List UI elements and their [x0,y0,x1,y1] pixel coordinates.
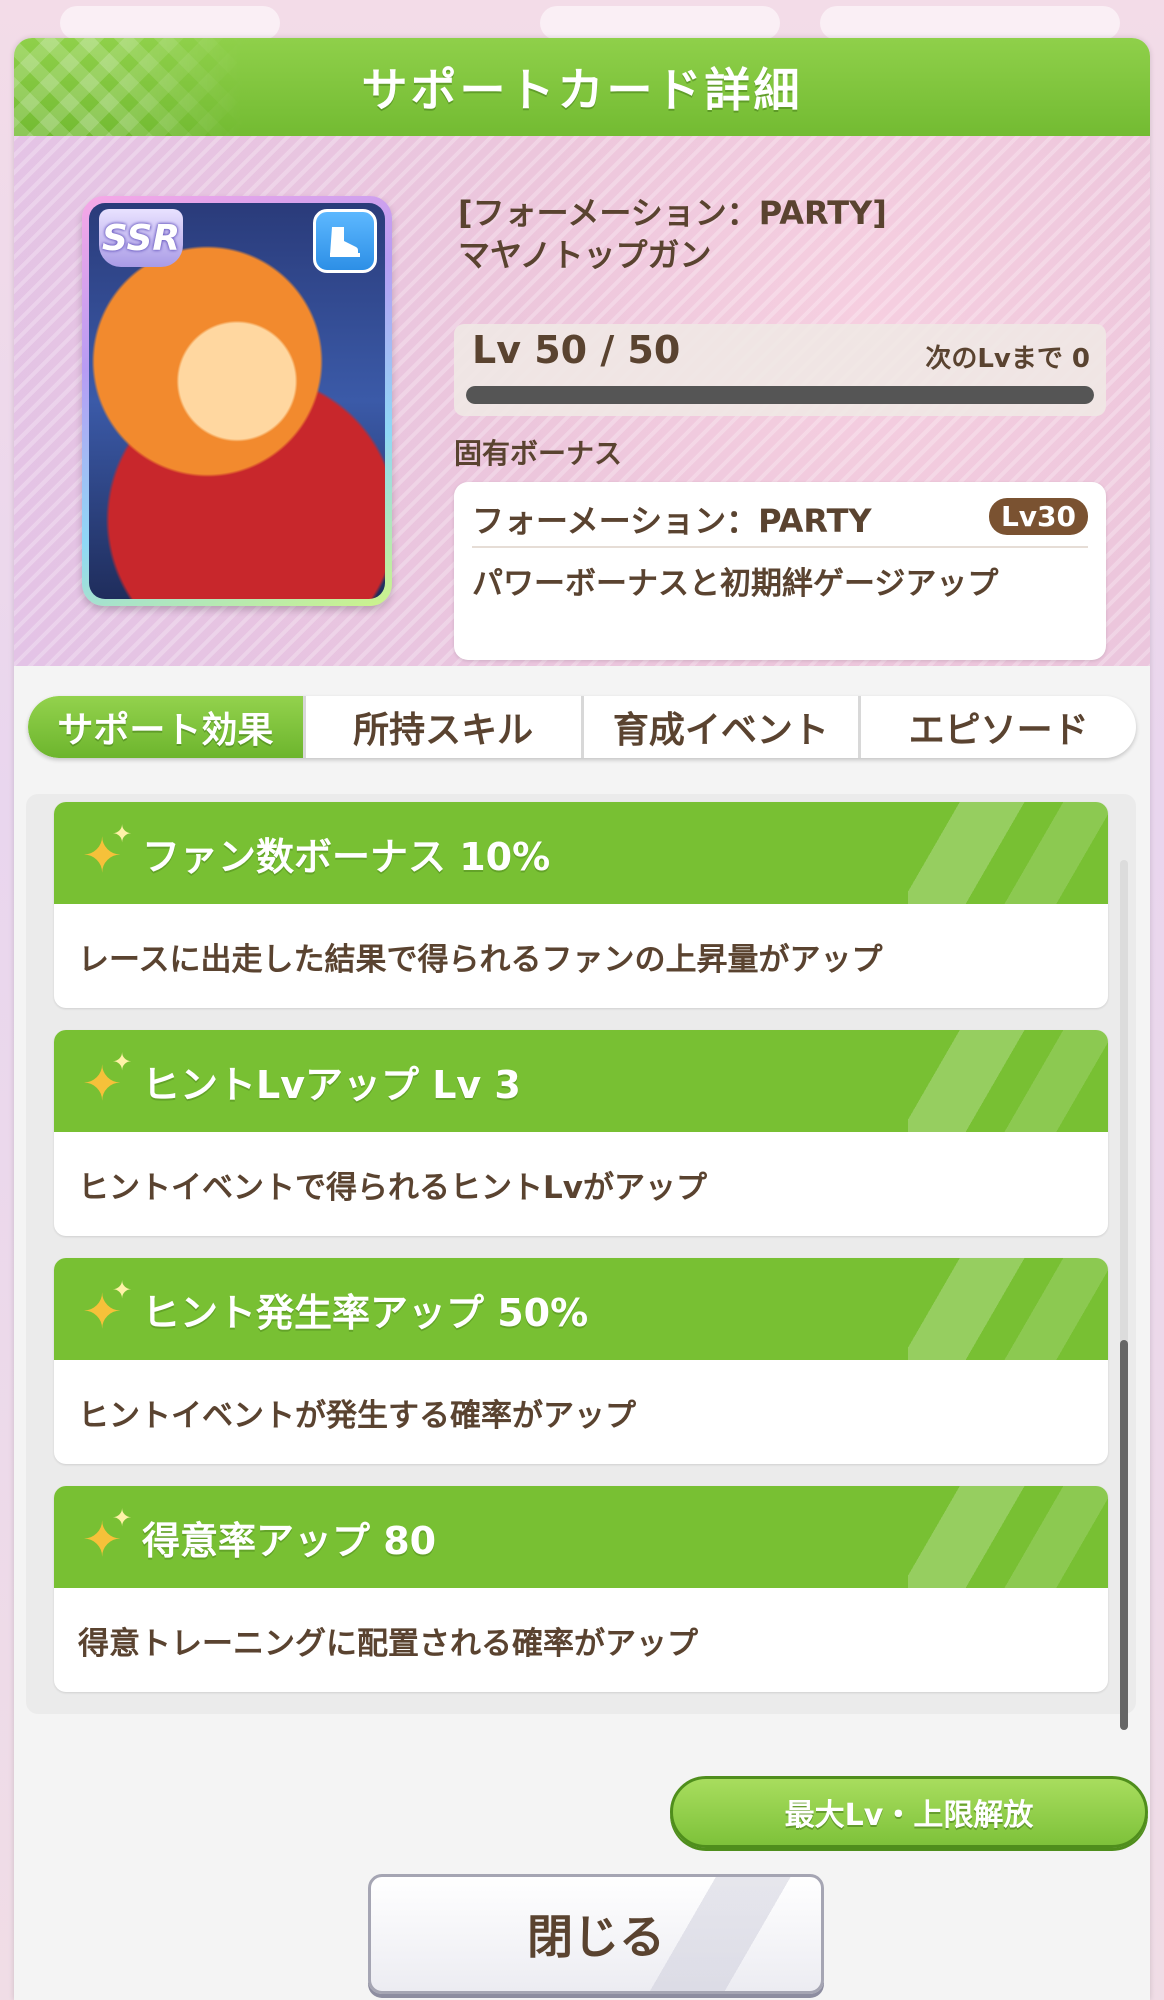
next-level-label: 次のLvまで 0 [925,344,1090,374]
card-summary-area: SSR [フォーメーション：PARTY] マヤノトップガン Lv 50 / 50… [14,136,1150,666]
tab-bar: サポート効果 所持スキル 育成イベント エピソード [28,696,1136,758]
effect-header: ✦ ✦ ヒント発生率アップ 50% [54,1258,1108,1360]
effect-title: 得意率アップ 80 [142,1518,437,1563]
unique-bonus-box: フォーメーション：PARTY Lv30 パワーボーナスと初期絆ゲージアップ [454,482,1106,660]
tab-support-effects[interactable]: サポート効果 [28,696,303,758]
scrollbar-thumb[interactable] [1120,1340,1128,1730]
effect-item: ✦ ✦ 得意率アップ 80 得意トレーニングに配置される確率がアップ [54,1486,1108,1692]
effect-description: ヒントイベントで得られるヒントLvがアップ [78,1170,707,1206]
dialog-title: サポートカード詳細 [361,63,803,117]
sparkle-icon: ✦ ✦ [82,820,133,884]
card-image[interactable]: SSR [82,196,392,606]
card-illustration: SSR [89,203,385,599]
effect-header: ✦ ✦ ヒントLvアップ Lv 3 [54,1030,1108,1132]
effect-item: ✦ ✦ ファン数ボーナス 10% レースに出走した結果で得られるファンの上昇量がア… [54,802,1108,1008]
background-pill-mid [540,6,780,40]
support-card-detail-dialog: サポートカード詳細 SSR [フォーメーション：PARTY] マヤノトップガン … [14,38,1150,2000]
effects-list[interactable]: ✦ ✦ ファン数ボーナス 10% レースに出走した結果で得られるファンの上昇量がア… [26,794,1136,1730]
unique-bonus-label: 固有ボーナス [454,437,623,470]
max-level-unlock-button[interactable]: 最大Lv・上限解放 [670,1776,1148,1848]
effect-title: ヒントLvアップ Lv 3 [142,1062,521,1107]
unique-bonus-description: パワーボーナスと初期絆ゲージアップ [472,566,999,602]
level-progress-fill [466,386,1094,404]
divider [472,546,1088,548]
unique-bonus-level-badge: Lv30 [988,498,1088,535]
effect-header: ✦ ✦ 得意率アップ 80 [54,1486,1108,1588]
dialog-header: サポートカード詳細 [14,38,1150,136]
close-button-label: 閉じる [527,1910,665,1964]
effect-title: ファン数ボーナス 10% [142,834,551,879]
shoe-icon [313,209,377,273]
effect-description: 得意トレーニングに配置される確率がアップ [78,1626,698,1662]
level-box: Lv 50 / 50 次のLvまで 0 [454,324,1106,416]
effect-item: ✦ ✦ ヒントLvアップ Lv 3 ヒントイベントで得られるヒントLvがアップ [54,1030,1108,1236]
header-pattern [14,38,244,136]
card-character-name: マヤノトップガン [458,236,712,274]
effect-description: レースに出走した結果で得られるファンの上昇量がアップ [78,942,883,978]
effect-item: ✦ ✦ ヒント発生率アップ 50% ヒントイベントが発生する確率がアップ [54,1258,1108,1464]
sparkle-icon: ✦ ✦ [82,1276,133,1340]
effect-title: ヒント発生率アップ 50% [142,1290,589,1335]
background-pill-left [60,6,280,40]
tab-training-events[interactable]: 育成イベント [580,696,859,758]
effect-description: ヒントイベントが発生する確率がアップ [78,1398,636,1434]
level-progress-bar [466,386,1094,404]
tab-skills[interactable]: 所持スキル [302,696,581,758]
sparkle-icon: ✦ ✦ [82,1504,133,1568]
unique-bonus-title: フォーメーション：PARTY [472,502,872,540]
sparkle-icon: ✦ ✦ [82,1048,133,1112]
level-label: Lv 50 / 50 [472,328,681,372]
close-button[interactable]: 閉じる [368,1874,824,1994]
background-pill-right [820,6,1120,40]
effect-header: ✦ ✦ ファン数ボーナス 10% [54,802,1108,904]
shoe-icon-graphic [330,227,360,257]
card-title: [フォーメーション：PARTY] [458,194,887,232]
rarity-badge: SSR [99,209,183,267]
tab-episode[interactable]: エピソード [858,696,1136,758]
